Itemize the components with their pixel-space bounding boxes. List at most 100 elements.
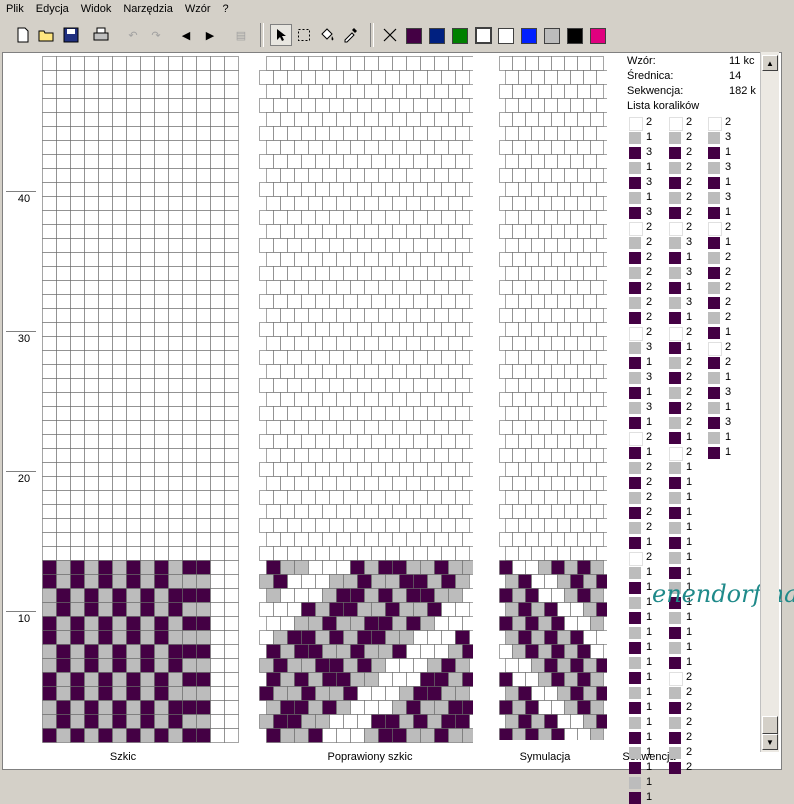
sketch-cell[interactable]	[140, 84, 155, 99]
sketch-cell[interactable]	[84, 154, 99, 169]
simulation-cell[interactable]	[538, 672, 552, 687]
simulation-cell[interactable]	[505, 714, 519, 729]
corrected-cell[interactable]	[301, 154, 316, 169]
sketch-cell[interactable]	[42, 140, 57, 155]
sketch-cell[interactable]	[210, 70, 225, 85]
sketch-cell[interactable]	[126, 196, 141, 211]
simulation-cell[interactable]	[499, 392, 513, 407]
simulation-cell[interactable]	[570, 490, 584, 505]
sketch-cell[interactable]	[210, 154, 225, 169]
sketch-cell[interactable]	[84, 392, 99, 407]
sketch-cell[interactable]	[98, 532, 113, 547]
corrected-cell[interactable]	[322, 504, 337, 519]
sketch-cell[interactable]	[154, 476, 169, 491]
sketch-cell[interactable]	[224, 154, 239, 169]
sketch-cell[interactable]	[42, 280, 57, 295]
sketch-cell[interactable]	[98, 252, 113, 267]
corrected-cell[interactable]	[406, 420, 421, 435]
save-icon[interactable]	[60, 24, 82, 46]
corrected-cell[interactable]	[448, 112, 463, 127]
simulation-cell[interactable]	[525, 728, 539, 741]
simulation-cell[interactable]	[590, 532, 604, 547]
corrected-cell[interactable]	[413, 602, 428, 617]
sketch-cell[interactable]	[140, 322, 155, 337]
simulation-cell[interactable]	[505, 658, 519, 673]
corrected-cell[interactable]	[287, 714, 302, 729]
sketch-cell[interactable]	[126, 490, 141, 505]
simulation-cell[interactable]	[525, 420, 539, 435]
sketch-cell[interactable]	[140, 112, 155, 127]
corrected-cell[interactable]	[462, 308, 474, 323]
corrected-cell[interactable]	[385, 602, 400, 617]
sketch-cell[interactable]	[182, 728, 197, 743]
corrected-cell[interactable]	[441, 546, 456, 561]
sketch-cell[interactable]	[126, 616, 141, 631]
corrected-cell[interactable]	[294, 252, 309, 267]
sketch-cell[interactable]	[112, 448, 127, 463]
corrected-cell[interactable]	[406, 84, 421, 99]
corrected-cell[interactable]	[322, 112, 337, 127]
sketch-cell[interactable]	[140, 546, 155, 561]
sketch-cell[interactable]	[196, 294, 211, 309]
sketch-cell[interactable]	[168, 98, 183, 113]
sketch-cell[interactable]	[168, 630, 183, 645]
corrected-cell[interactable]	[399, 546, 414, 561]
sketch-cell[interactable]	[98, 224, 113, 239]
sketch-cell[interactable]	[70, 392, 85, 407]
corrected-cell[interactable]	[357, 378, 372, 393]
corrected-cell[interactable]	[357, 462, 372, 477]
simulation-cell[interactable]	[557, 434, 571, 449]
sketch-cell[interactable]	[182, 294, 197, 309]
corrected-cell[interactable]	[378, 644, 393, 659]
simulation-cell[interactable]	[538, 560, 552, 575]
sketch-cell[interactable]	[56, 630, 71, 645]
simulation-cell[interactable]	[570, 238, 584, 253]
simulation-cell[interactable]	[564, 140, 578, 155]
sketch-cell[interactable]	[210, 588, 225, 603]
simulation-cell[interactable]	[505, 434, 519, 449]
simulation-cell[interactable]	[505, 182, 519, 197]
sketch-cell[interactable]	[224, 70, 239, 85]
sketch-cell[interactable]	[84, 70, 99, 85]
sketch-cell[interactable]	[182, 658, 197, 673]
simulation-cell[interactable]	[570, 546, 584, 561]
corrected-cell[interactable]	[301, 378, 316, 393]
menu-help[interactable]: ?	[217, 0, 235, 18]
simulation-cell[interactable]	[518, 154, 532, 169]
simulation-cell[interactable]	[583, 686, 597, 701]
corrected-cell[interactable]	[322, 672, 337, 687]
corrected-cell[interactable]	[364, 588, 379, 603]
sketch-cell[interactable]	[42, 588, 57, 603]
sketch-cell[interactable]	[98, 322, 113, 337]
sketch-cell[interactable]	[154, 182, 169, 197]
simulation-cell[interactable]	[557, 574, 571, 589]
print-icon[interactable]	[90, 24, 112, 46]
simulation-cell[interactable]	[557, 70, 571, 85]
sketch-cell[interactable]	[84, 210, 99, 225]
corrected-cell[interactable]	[364, 140, 379, 155]
corrected-cell[interactable]	[308, 224, 323, 239]
simulation-cell[interactable]	[557, 378, 571, 393]
corrected-cell[interactable]	[455, 658, 470, 673]
simulation-cell[interactable]	[551, 672, 565, 687]
corrected-cell[interactable]	[266, 504, 281, 519]
sketch-cell[interactable]	[70, 504, 85, 519]
sketch-cell[interactable]	[196, 406, 211, 421]
corrected-cell[interactable]	[392, 588, 407, 603]
corrected-cell[interactable]	[427, 658, 442, 673]
color-swatch-navy[interactable]	[429, 28, 445, 44]
sketch-cell[interactable]	[196, 532, 211, 547]
sketch-cell[interactable]	[140, 658, 155, 673]
sketch-cell[interactable]	[56, 518, 71, 533]
sketch-cell[interactable]	[182, 448, 197, 463]
sketch-cell[interactable]	[154, 126, 169, 141]
color-swatch-black[interactable]	[567, 28, 583, 44]
corrected-cell[interactable]	[420, 560, 435, 575]
simulation-cell[interactable]	[512, 532, 526, 547]
sketch-cell[interactable]	[196, 630, 211, 645]
sketch-cell[interactable]	[168, 728, 183, 743]
sketch-cell[interactable]	[56, 112, 71, 127]
sketch-cell[interactable]	[140, 294, 155, 309]
corrected-cell[interactable]	[350, 616, 365, 631]
corrected-cell[interactable]	[441, 406, 456, 421]
